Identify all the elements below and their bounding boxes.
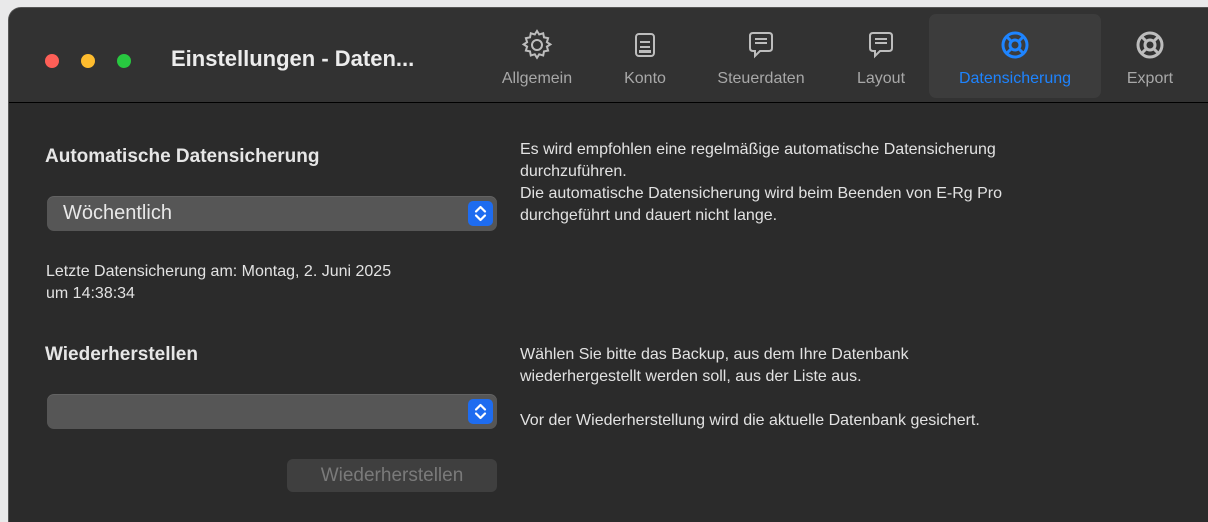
gear-icon	[521, 29, 553, 60]
minimize-window-button[interactable]	[81, 54, 95, 68]
backup-interval-select[interactable]: Wöchentlich	[47, 196, 497, 231]
tab-label: Steuerdaten	[717, 70, 805, 87]
tab-label: Export	[1126, 70, 1174, 87]
restore-backup-select[interactable]	[47, 394, 497, 429]
description-line: durchgeführt und dauert nicht lange.	[520, 207, 778, 224]
restore-button[interactable]: Wiederherstellen	[287, 459, 497, 492]
speech-bubble-icon	[869, 32, 893, 59]
titlebar: Einstellungen - Daten... Allgemein Konto…	[9, 8, 1208, 103]
window-title: Einstellungen - Daten...	[171, 46, 415, 71]
description-line	[520, 388, 980, 410]
last-backup-line: um 14:38:34	[46, 285, 135, 302]
chevron-up-down-icon	[468, 399, 493, 424]
tab-konto[interactable]: Konto	[605, 14, 685, 98]
description-line: Es wird empfohlen eine regelmäßige autom…	[520, 141, 996, 158]
backup-settings-pane: Automatische Datensicherung Wöchentlich …	[9, 103, 1208, 522]
tab-datensicherung[interactable]: Datensicherung	[929, 14, 1101, 98]
last-backup-line: Letzte Datensicherung am: Montag, 2. Jun…	[46, 263, 392, 280]
description-line: Wählen Sie bitte das Backup, aus dem Ihr…	[520, 346, 909, 363]
tab-export[interactable]: Export	[1113, 14, 1187, 98]
tab-label: Konto	[624, 70, 666, 87]
restore-description: Wählen Sie bitte das Backup, aus dem Ihr…	[520, 344, 980, 432]
tab-label: Datensicherung	[958, 70, 1072, 87]
settings-window: Einstellungen - Daten... Allgemein Konto…	[9, 8, 1208, 522]
description-line: wiederhergestellt werden soll, aus der L…	[520, 368, 862, 385]
speech-bubble-icon	[749, 32, 773, 59]
description-line: Vor der Wiederherstellung wird die aktue…	[520, 412, 980, 429]
tab-layout[interactable]: Layout	[843, 14, 919, 98]
auto-backup-description: Es wird empfohlen eine regelmäßige autom…	[520, 139, 1002, 227]
auto-backup-heading: Automatische Datensicherung	[45, 146, 320, 167]
zoom-window-button[interactable]	[117, 54, 131, 68]
lifebuoy-icon	[1136, 31, 1164, 59]
backup-interval-value: Wöchentlich	[63, 202, 172, 224]
description-line: durchzuführen.	[520, 163, 627, 180]
chevron-up-down-icon	[468, 201, 493, 226]
tab-label: Layout	[856, 70, 906, 87]
tab-label: Allgemein	[501, 70, 573, 87]
description-line: Die automatische Datensicherung wird bei…	[520, 185, 1003, 202]
restore-heading: Wiederherstellen	[45, 344, 198, 365]
close-window-button[interactable]	[45, 54, 59, 68]
tab-allgemein[interactable]: Allgemein	[489, 14, 585, 98]
account-card-icon	[635, 33, 655, 57]
lifebuoy-icon	[1001, 31, 1029, 59]
tab-steuerdaten[interactable]: Steuerdaten	[699, 14, 823, 98]
last-backup-info: Letzte Datensicherung am: Montag, 2. Jun…	[46, 261, 391, 305]
